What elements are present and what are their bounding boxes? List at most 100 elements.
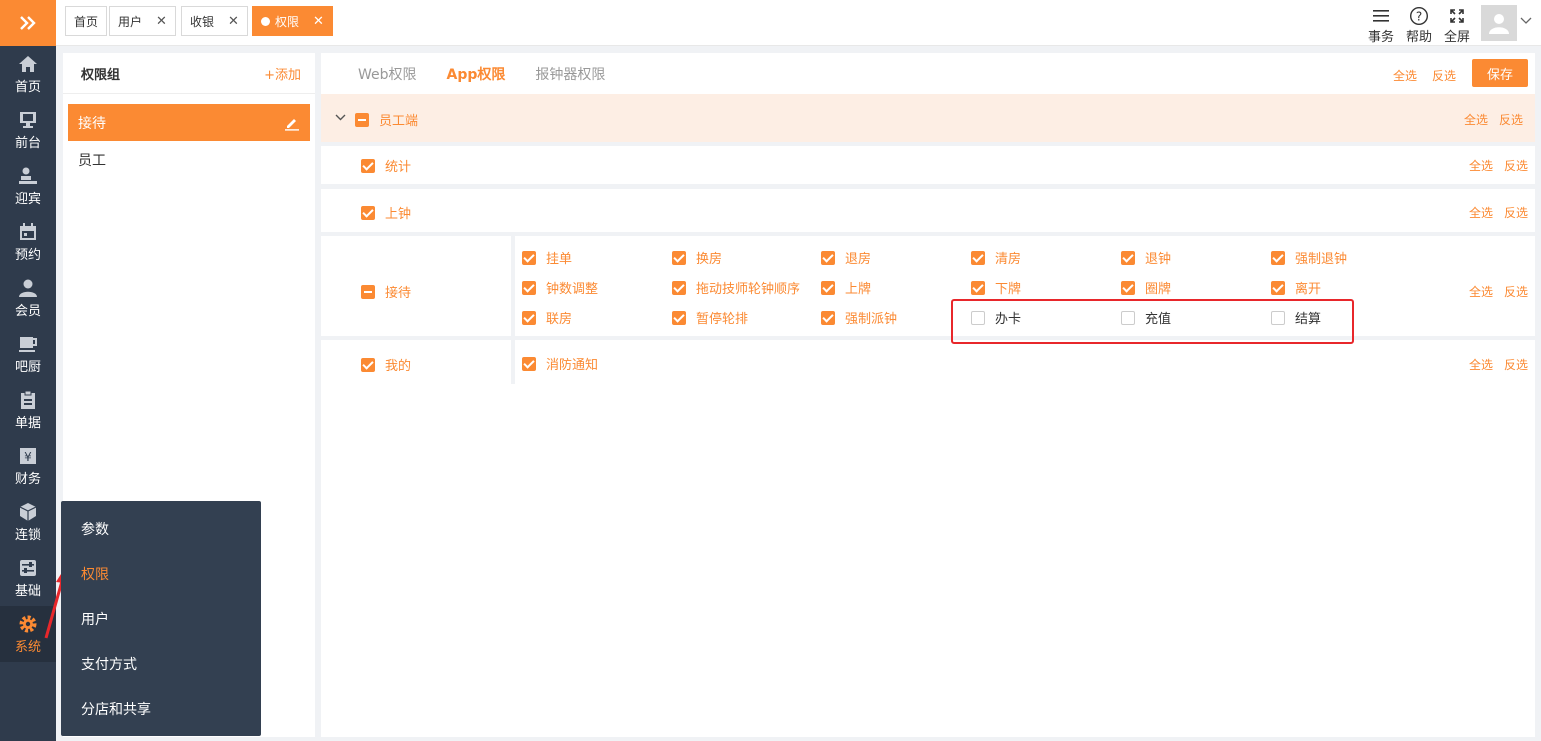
select-all-link[interactable]: 全选 bbox=[1469, 204, 1493, 221]
checkbox-checked-icon bbox=[522, 280, 536, 295]
fullscreen-label: 全屏 bbox=[1443, 30, 1470, 45]
reception-checkbox[interactable]: 接待 bbox=[361, 282, 411, 301]
checkbox-checked-icon bbox=[1121, 280, 1135, 295]
row-label: 上钟 bbox=[385, 207, 412, 222]
chevron-down-icon[interactable] bbox=[335, 113, 346, 122]
checkbox-checked-icon bbox=[971, 250, 985, 265]
invert-link[interactable]: 反选 bbox=[1504, 204, 1528, 221]
permission-label: 圈牌 bbox=[1145, 282, 1172, 297]
group-panel-title: 权限组 bbox=[81, 67, 121, 83]
permission-label: 下牌 bbox=[995, 282, 1022, 297]
permission-label: 退房 bbox=[845, 252, 872, 267]
close-icon[interactable]: ✕ bbox=[156, 14, 167, 29]
tasks-button[interactable]: 事务 bbox=[1364, 6, 1398, 45]
sidebar-item-documents[interactable]: 单据 bbox=[0, 382, 56, 438]
permission-item[interactable]: 上牌 bbox=[821, 278, 871, 297]
permission-item[interactable]: 下牌 bbox=[971, 278, 1021, 297]
avatar[interactable] bbox=[1481, 5, 1517, 41]
permission-item[interactable]: 清房 bbox=[971, 248, 1021, 267]
submenu-item-permissions[interactable]: 权限 bbox=[61, 551, 261, 596]
help-label: 帮助 bbox=[1405, 30, 1432, 45]
permission-item[interactable]: 暂停轮排 bbox=[672, 308, 748, 327]
invert-link[interactable]: 反选 bbox=[1432, 67, 1456, 84]
permission-item[interactable]: 换房 bbox=[672, 248, 722, 267]
permission-item[interactable]: 离开 bbox=[1271, 278, 1321, 297]
select-all-link[interactable]: 全选 bbox=[1393, 67, 1417, 84]
permission-item[interactable]: 退钟 bbox=[1121, 248, 1171, 267]
tab-web-permissions[interactable]: Web权限 bbox=[358, 64, 417, 84]
tab-label: 收银 bbox=[190, 14, 215, 29]
submenu-item-payment[interactable]: 支付方式 bbox=[61, 641, 261, 686]
save-button[interactable]: 保存 bbox=[1472, 59, 1528, 87]
sidebar-item-reception[interactable]: 迎宾 bbox=[0, 158, 56, 214]
checkbox-mixed-icon bbox=[355, 112, 369, 127]
tab-users[interactable]: 用户 ✕ bbox=[109, 6, 176, 36]
permission-label: 退钟 bbox=[1145, 252, 1172, 267]
add-group-button[interactable]: +添加 bbox=[264, 64, 301, 83]
permission-item[interactable]: 退房 bbox=[821, 248, 871, 267]
clock-in-checkbox[interactable]: 上钟 bbox=[361, 203, 411, 222]
clipboard-icon bbox=[21, 390, 35, 409]
fullscreen-button[interactable]: 全屏 bbox=[1440, 6, 1474, 45]
permission-fire-notice[interactable]: 消防通知 bbox=[522, 354, 598, 373]
sidebar-item-front-desk[interactable]: 前台 bbox=[0, 102, 56, 158]
submenu-item-branch-sharing[interactable]: 分店和共享 bbox=[61, 686, 261, 731]
permission-item[interactable]: 挂单 bbox=[522, 248, 572, 267]
invert-link[interactable]: 反选 bbox=[1504, 283, 1528, 300]
help-button[interactable]: ? 帮助 bbox=[1402, 6, 1436, 45]
sidebar-item-label: 系统 bbox=[14, 639, 41, 655]
sidebar-item-chain[interactable]: 连锁 bbox=[0, 494, 56, 550]
checkbox-checked-icon bbox=[361, 158, 375, 173]
section-checkbox[interactable]: 员工端 bbox=[355, 110, 418, 129]
checkbox-checked-icon bbox=[361, 357, 375, 372]
finance-icon: ¥ bbox=[20, 447, 36, 464]
sliders-icon bbox=[20, 559, 36, 576]
invert-link[interactable]: 反选 bbox=[1504, 157, 1528, 174]
checkbox-checked-icon bbox=[821, 280, 835, 295]
invert-link[interactable]: 反选 bbox=[1504, 356, 1528, 373]
sidebar-item-label: 迎宾 bbox=[14, 191, 41, 207]
edit-icon[interactable] bbox=[284, 115, 300, 131]
permission-label: 上牌 bbox=[845, 282, 872, 297]
submenu-item-users[interactable]: 用户 bbox=[61, 596, 261, 641]
group-item-employee[interactable]: 员工 bbox=[68, 141, 310, 178]
collapse-menu-button[interactable] bbox=[0, 0, 56, 46]
mine-checkbox[interactable]: 我的 bbox=[361, 355, 411, 374]
sidebar-item-bar-kitchen[interactable]: 吧厨 bbox=[0, 326, 56, 382]
svg-text:?: ? bbox=[1416, 10, 1422, 24]
permission-item[interactable]: 强制退钟 bbox=[1271, 248, 1347, 267]
chevron-down-icon[interactable] bbox=[1520, 16, 1532, 26]
select-all-link[interactable]: 全选 bbox=[1469, 356, 1493, 373]
select-all-link[interactable]: 全选 bbox=[1469, 157, 1493, 174]
permission-item[interactable]: 圈牌 bbox=[1121, 278, 1171, 297]
tab-clock-permissions[interactable]: 报钟器权限 bbox=[535, 64, 605, 84]
group-item-reception[interactable]: 接待 bbox=[68, 104, 310, 141]
permission-label: 离开 bbox=[1295, 282, 1322, 297]
close-icon[interactable]: ✕ bbox=[313, 14, 324, 29]
tab-permissions[interactable]: 权限 ✕ bbox=[252, 6, 333, 36]
permission-label: 挂单 bbox=[546, 252, 573, 267]
svg-text:¥: ¥ bbox=[24, 450, 32, 464]
tab-cashier[interactable]: 收银 ✕ bbox=[181, 6, 248, 36]
sidebar-item-booking[interactable]: 预约 bbox=[0, 214, 56, 270]
select-all-link[interactable]: 全选 bbox=[1464, 111, 1488, 128]
checkbox-checked-icon bbox=[672, 250, 686, 265]
select-all-link[interactable]: 全选 bbox=[1469, 283, 1493, 300]
sidebar-item-label: 财务 bbox=[14, 471, 41, 487]
sidebar-item-finance[interactable]: ¥ 财务 bbox=[0, 438, 56, 494]
permission-item[interactable]: 强制派钟 bbox=[821, 308, 897, 327]
permission-item[interactable]: 拖动技师轮钟顺序 bbox=[672, 278, 800, 297]
stats-checkbox[interactable]: 统计 bbox=[361, 156, 411, 175]
submenu-item-params[interactable]: 参数 bbox=[61, 506, 261, 551]
close-icon[interactable]: ✕ bbox=[228, 14, 239, 29]
sidebar-item-home[interactable]: 首页 bbox=[0, 46, 56, 102]
tab-home[interactable]: 首页 bbox=[65, 6, 108, 36]
system-submenu: 参数 权限 用户 支付方式 分店和共享 bbox=[61, 501, 261, 736]
invert-link[interactable]: 反选 bbox=[1499, 111, 1523, 128]
sidebar-item-member[interactable]: 会员 bbox=[0, 270, 56, 326]
permission-item[interactable]: 钟数调整 bbox=[522, 278, 598, 297]
permission-item[interactable]: 联房 bbox=[522, 308, 572, 327]
row-label: 统计 bbox=[385, 160, 412, 175]
tab-app-permissions[interactable]: App权限 bbox=[447, 64, 506, 84]
active-dot-icon bbox=[261, 16, 270, 26]
